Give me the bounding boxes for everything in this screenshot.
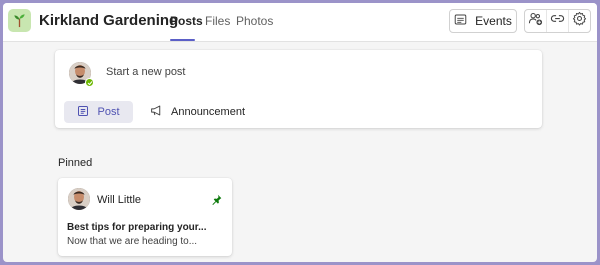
pinned-section-label: Pinned [58, 157, 93, 169]
available-status-icon [85, 78, 94, 87]
gear-icon [572, 11, 587, 31]
events-label: Events [475, 14, 512, 28]
active-tab-indicator [170, 39, 195, 41]
post-icon [77, 105, 89, 120]
announcement-button[interactable]: Announcement [150, 101, 245, 123]
tab-posts[interactable]: Posts [170, 14, 203, 28]
channel-actions [524, 9, 591, 33]
add-member-icon [528, 11, 543, 31]
pinned-post-title: Best tips for preparing your... [67, 222, 207, 233]
link-icon [550, 11, 565, 31]
pinned-post-preview: Now that we are heading to... [67, 236, 198, 247]
sprout-icon [8, 9, 31, 32]
pin-icon [211, 192, 222, 210]
post-button[interactable]: Post [64, 101, 133, 123]
pinned-author-name: Will Little [97, 194, 142, 206]
channel-header: Kirkland Gardening Posts Files Photos Ev… [3, 3, 597, 42]
author-avatar [68, 188, 90, 210]
team-name: Kirkland Gardening [39, 12, 179, 29]
calendar-icon [454, 13, 467, 29]
new-post-card: Start a new post Post Announcement [55, 50, 542, 128]
teams-channel-window: Kirkland Gardening Posts Files Photos Ev… [3, 3, 597, 262]
start-post-prompt[interactable]: Start a new post [106, 66, 186, 78]
post-label: Post [97, 106, 120, 118]
events-button[interactable]: Events [449, 9, 517, 33]
tab-photos[interactable]: Photos [236, 14, 273, 28]
add-member-button[interactable] [525, 10, 546, 32]
settings-button[interactable] [568, 10, 590, 32]
announcement-label: Announcement [171, 106, 245, 118]
copy-link-button[interactable] [546, 10, 568, 32]
megaphone-icon [150, 104, 163, 120]
pinned-post-card[interactable]: Will Little Best tips for preparing your… [58, 178, 232, 256]
tab-files[interactable]: Files [205, 14, 230, 28]
